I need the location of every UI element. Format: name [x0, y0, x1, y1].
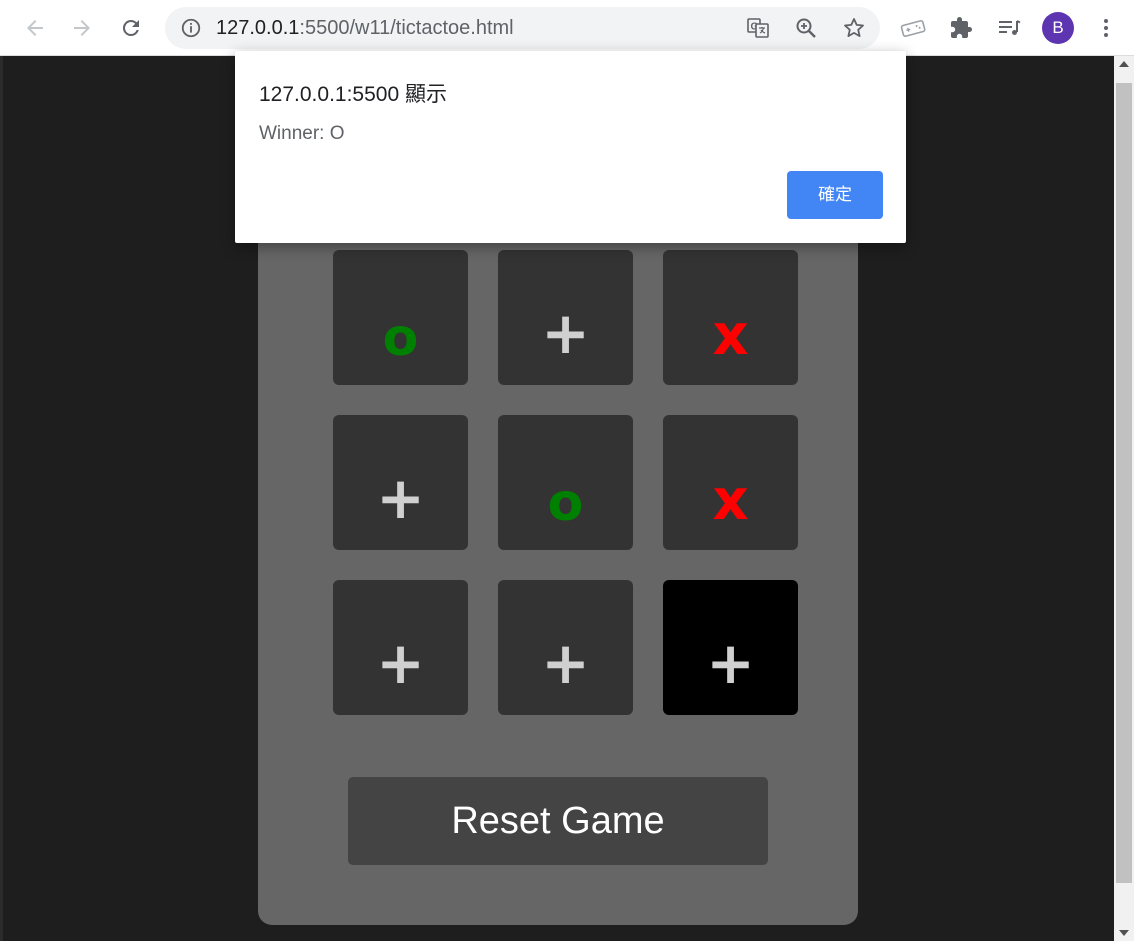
translate-icon[interactable]: G — [743, 13, 773, 43]
game-pad-icon[interactable] — [898, 13, 928, 43]
board-cell[interactable]: + — [498, 580, 633, 715]
cell-mark: o — [382, 307, 419, 368]
cell-mark: + — [376, 628, 425, 697]
extensions-icon[interactable] — [946, 13, 976, 43]
url-host: 127.0.0.1 — [216, 17, 300, 39]
back-icon[interactable] — [20, 13, 50, 43]
board-cell[interactable]: o — [333, 250, 468, 385]
menu-icon[interactable] — [1091, 13, 1121, 43]
scrollbar-thumb[interactable] — [1116, 83, 1132, 883]
info-icon[interactable] — [176, 13, 206, 43]
board-cell[interactable]: x — [663, 250, 798, 385]
board-cell[interactable]: + — [333, 580, 468, 715]
ok-button[interactable]: 確定 — [787, 171, 883, 219]
cell-mark: x — [712, 467, 749, 533]
cell-mark: + — [706, 628, 755, 697]
address-bar[interactable]: 127.0.0.1:5500/w11/tictactoe.html G — [165, 7, 880, 49]
reading-list-icon[interactable] — [994, 13, 1024, 43]
alert-dialog: 127.0.0.1:5500 顯示 Winner: O 確定 — [235, 51, 906, 243]
scrollbar[interactable] — [1114, 56, 1134, 941]
reload-icon[interactable] — [116, 13, 146, 43]
board-cell-hovered[interactable]: + — [663, 580, 798, 715]
profile-avatar[interactable]: B — [1042, 12, 1074, 44]
url-text: 127.0.0.1:5500/w11/tictactoe.html — [216, 7, 514, 49]
dialog-message: Winner: O — [259, 123, 345, 144]
cell-mark: o — [547, 472, 584, 533]
zoom-icon[interactable] — [791, 13, 821, 43]
board-cell[interactable]: o — [498, 415, 633, 550]
cell-mark: x — [712, 302, 749, 368]
left-edge-strip — [0, 56, 3, 941]
game-panel: o + x + o x + + + Reset Game — [258, 150, 858, 925]
scroll-up-arrow-icon[interactable] — [1119, 61, 1129, 67]
board-cell[interactable]: x — [663, 415, 798, 550]
star-icon[interactable] — [839, 13, 869, 43]
url-path: :5500/w11/tictactoe.html — [299, 17, 514, 39]
cell-mark: + — [541, 298, 590, 367]
forward-icon[interactable] — [67, 13, 97, 43]
browser-toolbar: 127.0.0.1:5500/w11/tictactoe.html G B — [0, 0, 1134, 56]
board-cell[interactable]: + — [498, 250, 633, 385]
cell-mark: + — [376, 463, 425, 532]
dialog-title: 127.0.0.1:5500 顯示 — [259, 83, 447, 106]
reset-game-button[interactable]: Reset Game — [348, 777, 768, 865]
board-cell[interactable]: + — [333, 415, 468, 550]
scroll-down-arrow-icon[interactable] — [1119, 930, 1129, 936]
cell-mark: + — [541, 628, 590, 697]
